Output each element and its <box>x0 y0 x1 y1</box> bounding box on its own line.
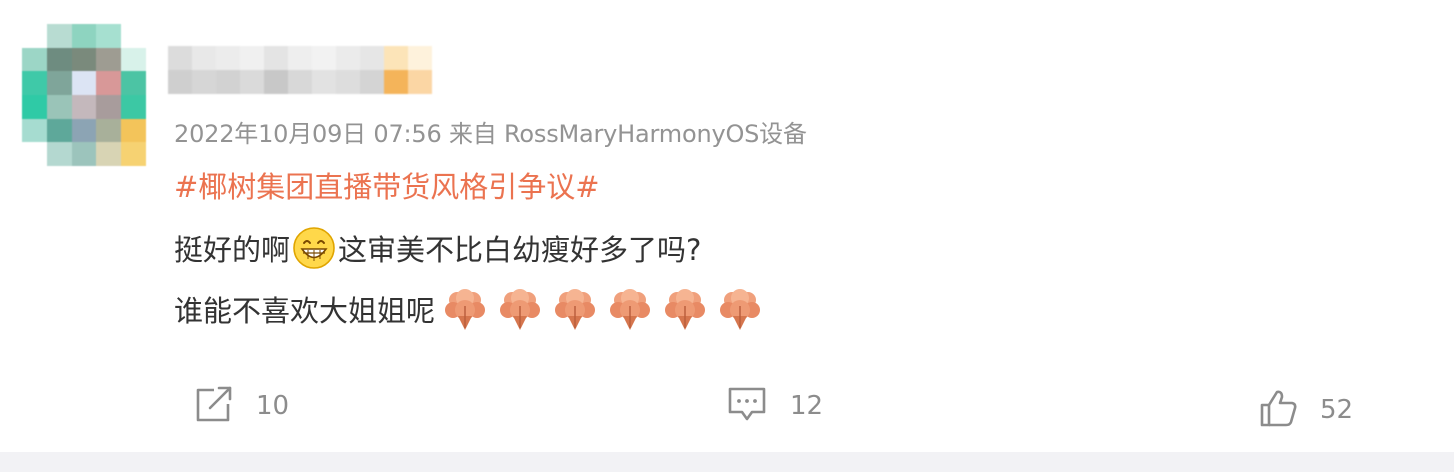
flower-emoji-icon <box>443 286 487 332</box>
weibo-post-card: 2022年10月09日 07:56 来自 RossMaryHarmonyOS设备… <box>0 0 1454 452</box>
forward-count: 10 <box>256 391 290 421</box>
emoji-group <box>443 286 773 332</box>
grinning-face-icon <box>292 226 336 270</box>
share-icon <box>192 384 234 428</box>
avatar[interactable] <box>22 24 146 166</box>
post-meta: 2022年10月09日 07:56 来自 RossMaryHarmonyOS设备 <box>174 120 807 148</box>
post-text-segment: 挺好的啊 <box>174 233 291 267</box>
flower-emoji-icon <box>608 286 652 332</box>
comment-button[interactable]: 12 <box>726 384 823 428</box>
comment-count: 12 <box>790 391 824 421</box>
bottom-divider <box>0 452 1454 472</box>
forward-button[interactable]: 10 <box>192 384 289 428</box>
post-text-line-1: 挺好的啊 这审美不比白幼瘦好多了吗? <box>174 226 701 270</box>
like-count: 52 <box>1320 395 1354 425</box>
post-text-line-2: 谁能不喜欢大姐姐呢 <box>174 286 773 332</box>
thumbs-up-icon <box>1258 388 1298 432</box>
flower-emoji-icon <box>553 286 597 332</box>
username-blurred[interactable] <box>168 46 432 94</box>
hashtag-link[interactable]: #椰树集团直播带货风格引争议# <box>174 164 600 206</box>
flower-emoji-icon <box>498 286 542 332</box>
like-button[interactable]: 52 <box>1258 388 1353 432</box>
comment-icon <box>726 384 768 428</box>
flower-emoji-icon <box>718 286 762 332</box>
flower-emoji-icon <box>663 286 707 332</box>
post-text-segment: 谁能不喜欢大姐姐呢 <box>174 294 436 328</box>
post-text-segment: 这审美不比白幼瘦好多了吗? <box>338 233 702 267</box>
